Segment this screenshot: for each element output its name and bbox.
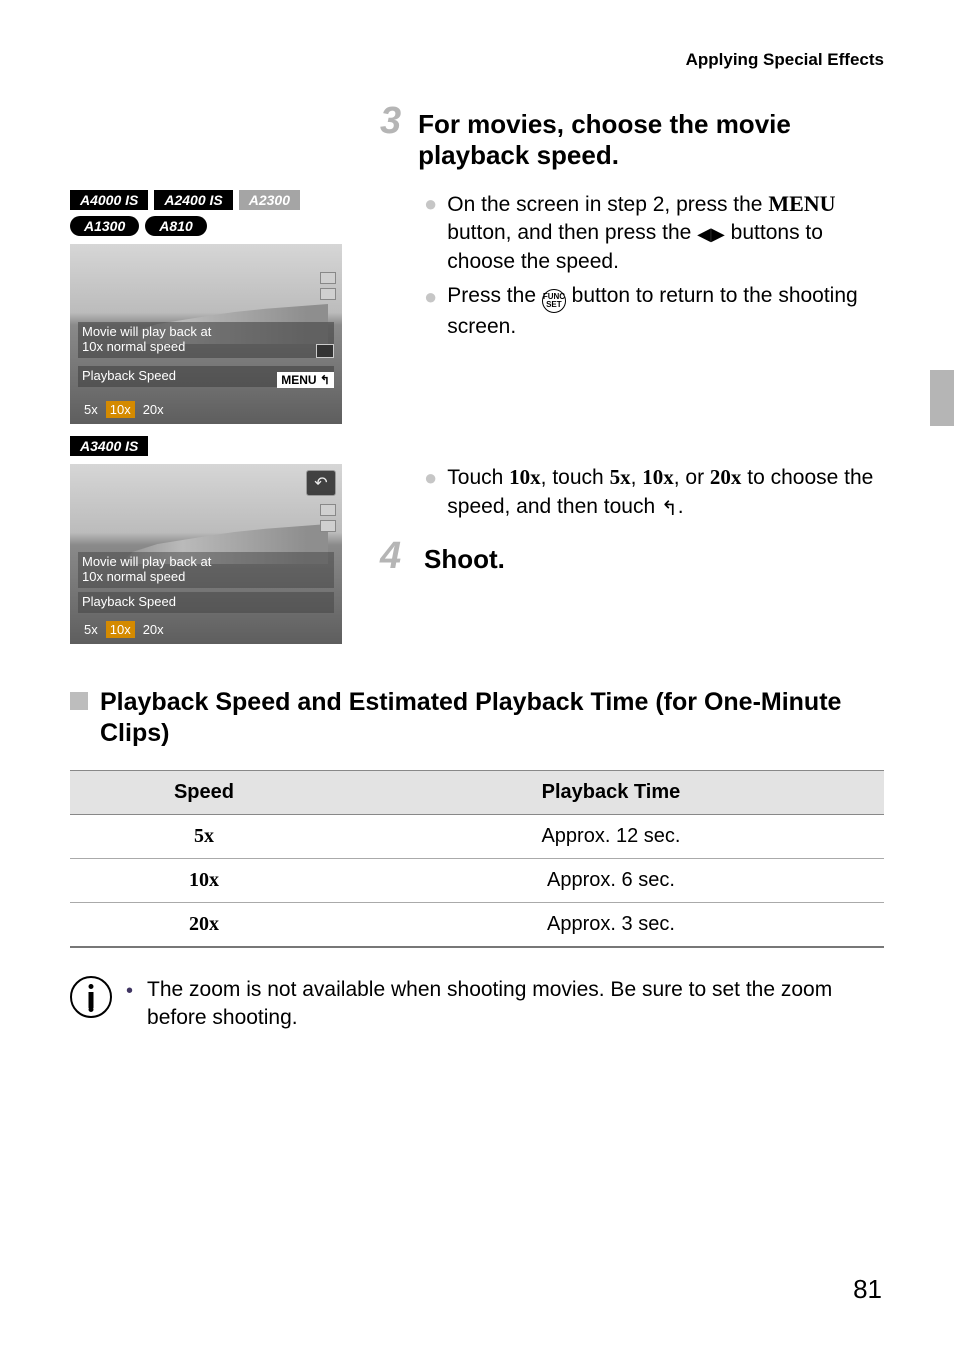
menu-text-icon: MENU: [768, 191, 835, 216]
screenshot-message: Movie will play back at 10x normal speed: [78, 552, 334, 588]
bullet-icon: ●: [424, 463, 437, 522]
model-badges-group2: A3400 IS: [70, 436, 360, 456]
msg-line: Movie will play back at: [82, 325, 330, 340]
speed-5x-icon: 5x: [610, 465, 631, 489]
chapter-tab: [930, 370, 954, 426]
bullet-icon: •: [126, 976, 133, 1033]
model-badge: A810: [145, 216, 206, 236]
step-4-header: 4 Shoot.: [380, 535, 884, 578]
playback-speed-label: Playback Speed: [78, 592, 334, 613]
speed-option[interactable]: 20x: [143, 622, 164, 637]
left-right-icon: ◀▶: [697, 222, 725, 246]
table-row: 20x Approx. 3 sec.: [70, 902, 884, 947]
subsection: Playback Speed and Estimated Playback Ti…: [70, 684, 884, 1032]
speed-20x-icon: 20x: [710, 465, 742, 489]
msg-line: 10x normal speed: [82, 340, 330, 355]
model-badge: A4000 IS: [70, 190, 148, 210]
speed-10x-icon: 10x: [509, 465, 541, 489]
step-number: 3: [380, 100, 404, 143]
speed-cell: 5x: [70, 814, 338, 858]
msg-line: 10x normal speed: [82, 570, 330, 585]
subsection-marker-icon: [70, 692, 88, 710]
subsection-header: Playback Speed and Estimated Playback Ti…: [70, 684, 884, 750]
return-icon: ↰: [661, 496, 678, 523]
model-badge: A2400 IS: [154, 190, 232, 210]
speed-options[interactable]: 5x 10x 20x: [84, 621, 164, 638]
back-button[interactable]: ↶: [306, 470, 336, 496]
func-set-icon: FUNCSET: [542, 289, 566, 313]
right-column: 3 For movies, choose the movie playback …: [380, 100, 884, 656]
important-note: • The zoom is not available when shootin…: [70, 976, 884, 1033]
speed-option[interactable]: 5x: [84, 622, 98, 637]
time-cell: Approx. 12 sec.: [338, 814, 884, 858]
table-header-speed: Speed: [70, 770, 338, 814]
time-cell: Approx. 6 sec.: [338, 858, 884, 902]
instruction-bullet: ● On the screen in step 2, press the MEN…: [424, 189, 884, 276]
subsection-title: Playback Speed and Estimated Playback Ti…: [100, 687, 884, 750]
table-header-row: Speed Playback Time: [70, 770, 884, 814]
caution-icon: [70, 976, 112, 1018]
page-number: 81: [853, 1274, 882, 1305]
camera-screenshot-touch: ↶ Movie will play back at 10x normal spe…: [70, 464, 342, 644]
speed-option-selected[interactable]: 10x: [106, 401, 135, 418]
instruction-bullet: ● Touch 10x, touch 5x, 10x, or 20x to ch…: [424, 463, 884, 522]
speed-10x-icon: 10x: [642, 465, 674, 489]
left-column: A4000 IS A2400 IS A2300 A1300 A810 Movie…: [70, 100, 360, 656]
speed-option[interactable]: 5x: [84, 402, 98, 417]
model-badge: A2300: [239, 190, 300, 210]
instruction-text: Press the FUNCSET button to return to th…: [447, 282, 884, 341]
model-badges-group1: A4000 IS A2400 IS A2300 A1300 A810: [70, 190, 360, 236]
step-3-header: 3 For movies, choose the movie playback …: [380, 100, 884, 171]
main-content: A4000 IS A2400 IS A2300 A1300 A810 Movie…: [70, 100, 884, 656]
step-title: For movies, choose the movie playback sp…: [418, 109, 884, 171]
step-title: Shoot.: [424, 544, 505, 575]
speed-cell: 20x: [70, 902, 338, 947]
speed-cell: 10x: [70, 858, 338, 902]
time-cell: Approx. 3 sec.: [338, 902, 884, 947]
overlay-icons: [320, 504, 336, 532]
overlay-icons: [320, 272, 336, 300]
table-header-time: Playback Time: [338, 770, 884, 814]
speed-option-selected[interactable]: 10x: [106, 621, 135, 638]
instruction-text: On the screen in step 2, press the MENU …: [447, 189, 884, 276]
screenshot-message: Movie will play back at 10x normal speed: [78, 322, 334, 358]
msg-line: Movie will play back at: [82, 555, 330, 570]
speed-option[interactable]: 20x: [143, 402, 164, 417]
bullet-icon: ●: [424, 189, 437, 276]
step-number: 4: [380, 535, 410, 578]
speed-options[interactable]: 5x 10x 20x: [84, 401, 164, 418]
table-row: 5x Approx. 12 sec.: [70, 814, 884, 858]
bullet-icon: ●: [424, 282, 437, 341]
instruction-bullet: ● Press the FUNCSET button to return to …: [424, 282, 884, 341]
playback-speed-table: Speed Playback Time 5x Approx. 12 sec. 1…: [70, 770, 884, 948]
note-text: The zoom is not available when shooting …: [147, 976, 884, 1033]
menu-back-button[interactable]: MENU ↰: [277, 372, 334, 388]
section-header: Applying Special Effects: [70, 50, 884, 70]
instruction-text: Touch 10x, touch 5x, 10x, or 20x to choo…: [447, 463, 884, 522]
model-badge: A1300: [70, 216, 139, 236]
battery-icon: [316, 344, 334, 358]
camera-screenshot-buttons: Movie will play back at 10x normal speed…: [70, 244, 342, 424]
table-row: 10x Approx. 6 sec.: [70, 858, 884, 902]
model-badge: A3400 IS: [70, 436, 148, 456]
